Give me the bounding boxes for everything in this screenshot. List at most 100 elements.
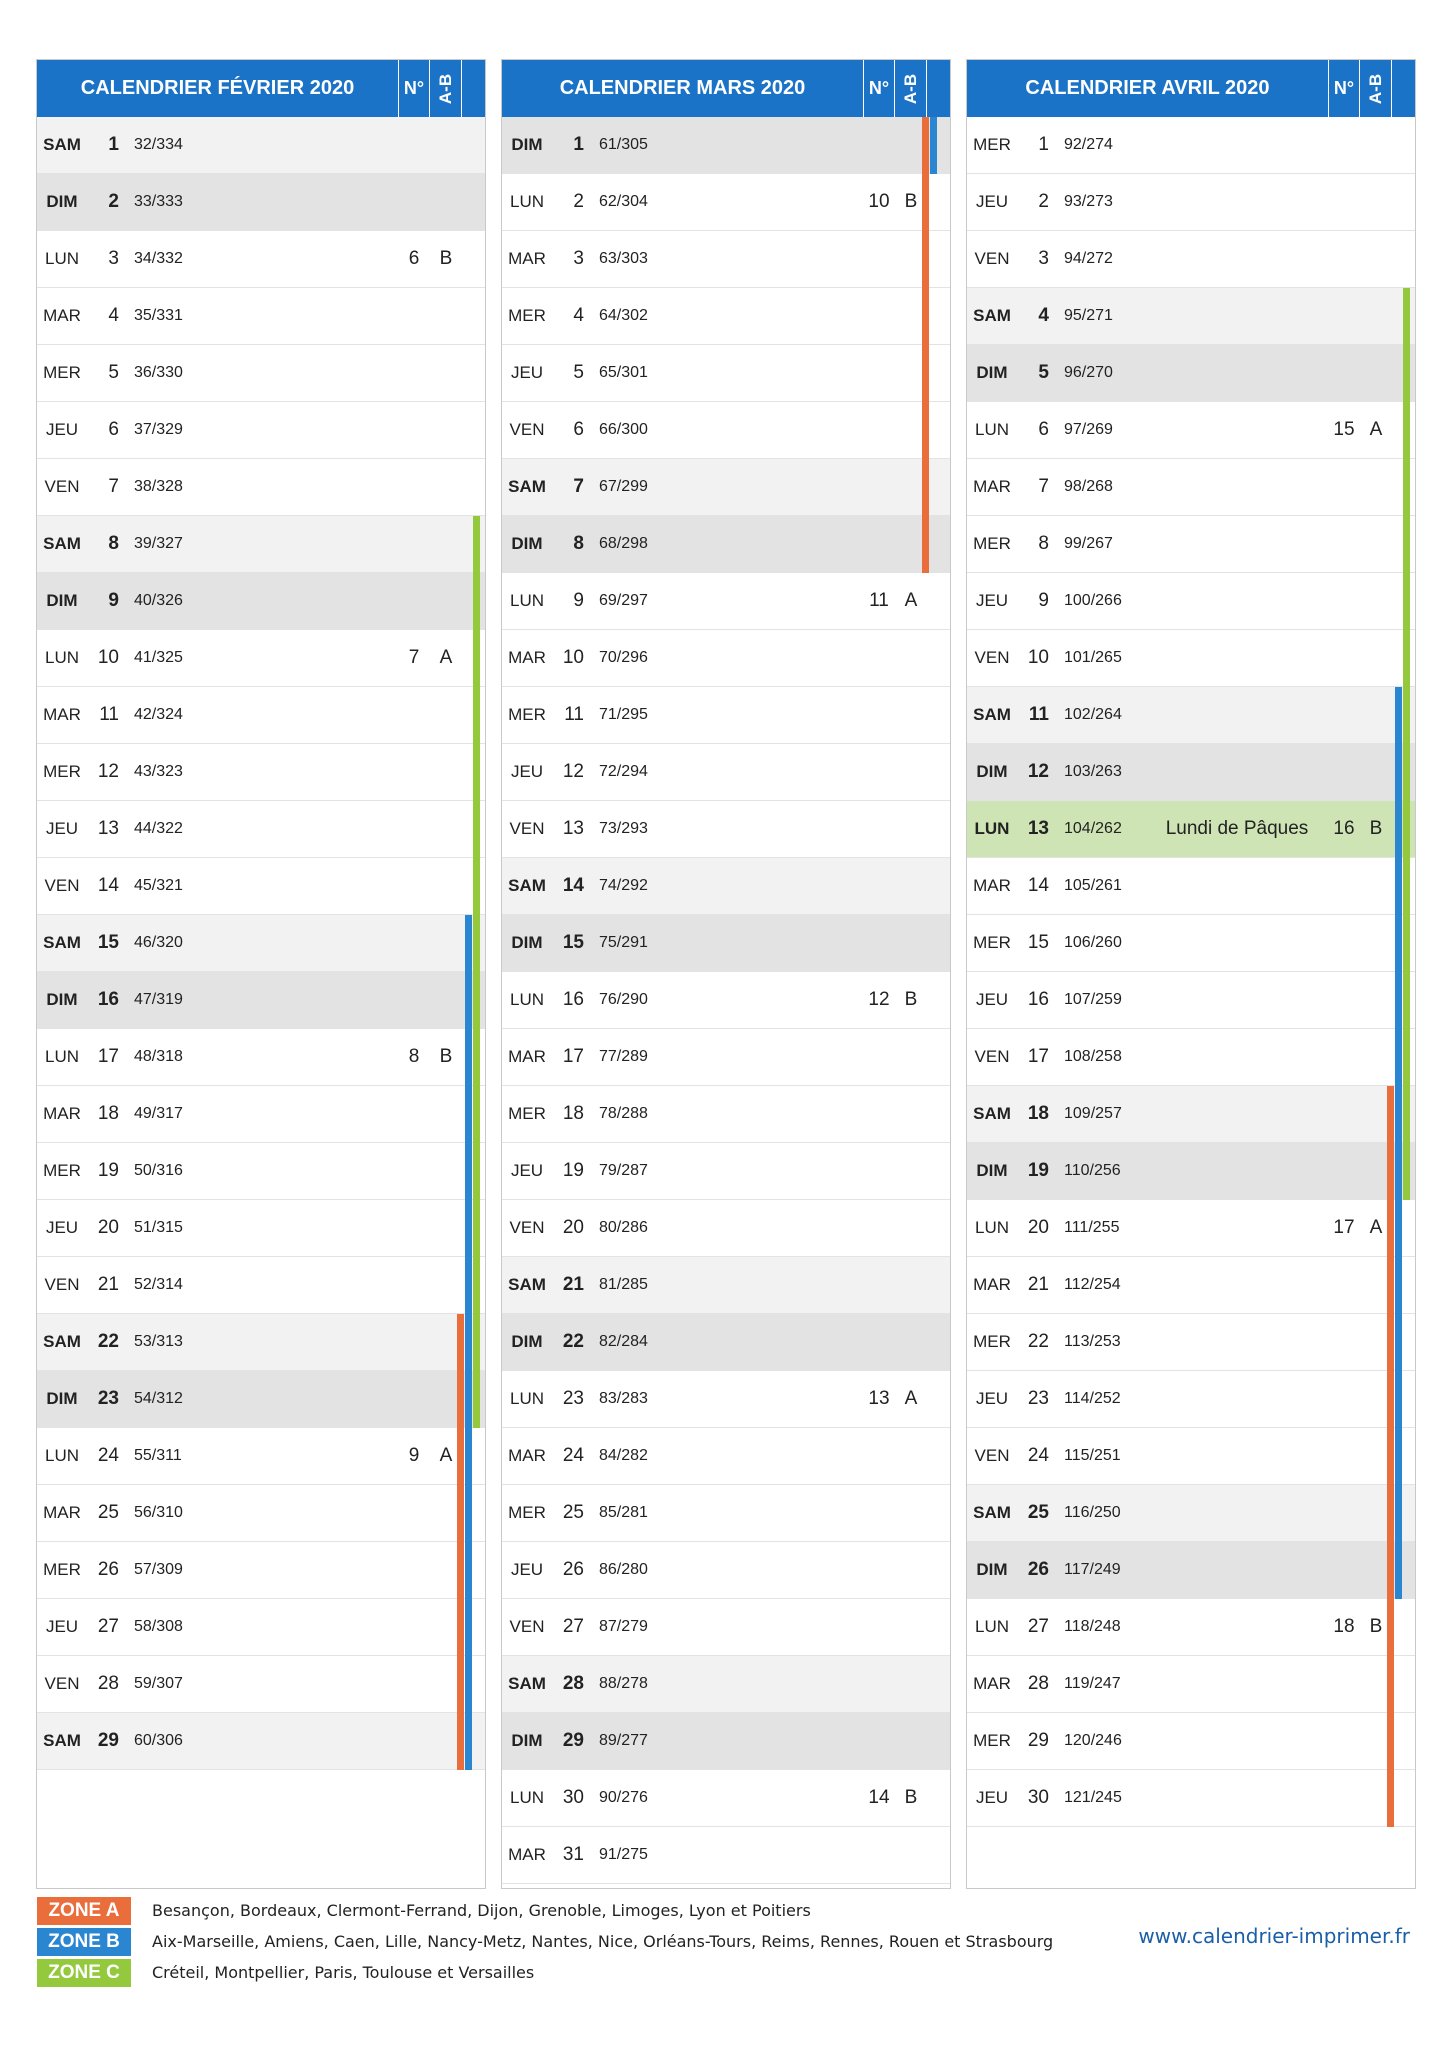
day-number: 21 xyxy=(1027,1274,1049,1295)
day-number: 28 xyxy=(1027,1673,1049,1694)
day-number: 15 xyxy=(97,932,119,953)
day-of-year: 64/302 xyxy=(599,307,648,324)
day-row: SAM 21 81/285 xyxy=(502,1257,950,1314)
month-header: CALENDRIER MARS 2020 N° A-B xyxy=(502,60,950,117)
day-of-year: 69/297 xyxy=(599,592,648,609)
day-row: DIM 26 117/249 xyxy=(967,1542,1415,1599)
zone-c-holiday-bar xyxy=(1403,858,1410,915)
zone-c-holiday-bar xyxy=(1403,1029,1410,1086)
day-of-year: 121/245 xyxy=(1064,1789,1122,1806)
zone-b-holiday-bar xyxy=(465,1029,472,1086)
day-row: LUN 30 90/276 14 B xyxy=(502,1770,950,1827)
day-of-year: 35/331 xyxy=(134,307,183,324)
day-number: 23 xyxy=(97,1388,119,1409)
day-of-year: 65/301 xyxy=(599,364,648,381)
day-row: MER 5 36/330 xyxy=(37,345,485,402)
week-ab: A xyxy=(904,590,918,611)
day-number: 5 xyxy=(1038,362,1049,383)
day-name: JEU xyxy=(975,1788,1009,1807)
day-name: JEU xyxy=(510,1560,544,1579)
day-row: MER 26 57/309 xyxy=(37,1542,485,1599)
day-name: VEN xyxy=(44,1275,80,1294)
day-name: MER xyxy=(508,1503,546,1522)
day-number: 16 xyxy=(1027,989,1049,1010)
day-number: 2 xyxy=(573,191,584,212)
day-of-year: 40/326 xyxy=(134,592,183,609)
day-row: DIM 22 82/284 xyxy=(502,1314,950,1371)
day-of-year: 81/285 xyxy=(599,1276,648,1293)
zone-c-holiday-bar xyxy=(473,1086,480,1143)
day-row: MER 22 113/253 xyxy=(967,1314,1415,1371)
day-row: LUN 24 55/311 9 A xyxy=(37,1428,485,1485)
day-number: 4 xyxy=(573,305,584,326)
day-name: MAR xyxy=(508,249,546,268)
zone-c-holiday-bar xyxy=(473,744,480,801)
day-number: 29 xyxy=(562,1730,584,1751)
zone-a-holiday-bar xyxy=(922,459,929,516)
day-row: MER 4 64/302 xyxy=(502,288,950,345)
day-name: JEU xyxy=(975,990,1009,1009)
day-row: MAR 31 91/275 xyxy=(502,1827,950,1884)
day-number: 10 xyxy=(1027,647,1049,668)
zone-b-holiday-bar xyxy=(465,1257,472,1314)
day-of-year: 67/299 xyxy=(599,478,648,495)
day-name: LUN xyxy=(974,1218,1009,1237)
day-name: MER xyxy=(973,135,1011,154)
week-number-header: N° xyxy=(398,60,430,117)
zone-legend-a: ZONE A Besançon, Bordeaux, Clermont-Ferr… xyxy=(37,1897,997,1925)
day-of-year: 56/310 xyxy=(134,1504,183,1521)
day-of-year: 92/274 xyxy=(1064,136,1113,153)
week-number: 11 xyxy=(869,590,889,611)
day-name: SAM xyxy=(43,1332,81,1351)
day-of-year: 54/312 xyxy=(134,1390,183,1407)
zone-a-holiday-bar xyxy=(1387,1713,1394,1770)
day-of-year: 78/288 xyxy=(599,1105,648,1122)
day-number: 9 xyxy=(1038,590,1049,611)
day-name: LUN xyxy=(509,1389,544,1408)
day-number: 27 xyxy=(1027,1616,1049,1637)
day-row: SAM 29 60/306 xyxy=(37,1713,485,1770)
day-row: MAR 28 119/247 xyxy=(967,1656,1415,1713)
website-link[interactable]: www.calendrier-imprimer.fr xyxy=(1130,1921,1410,1951)
day-name: VEN xyxy=(44,477,80,496)
day-row: MAR 24 84/282 xyxy=(502,1428,950,1485)
day-name: MER xyxy=(973,1731,1011,1750)
day-number: 14 xyxy=(562,875,584,896)
day-of-year: 101/265 xyxy=(1064,649,1122,666)
day-number: 1 xyxy=(108,134,119,155)
day-number: 30 xyxy=(1027,1787,1049,1808)
zone-c-holiday-bar xyxy=(1403,459,1410,516)
day-of-year: 100/266 xyxy=(1064,592,1122,609)
day-name: DIM xyxy=(511,933,543,952)
day-name: JEU xyxy=(510,1161,544,1180)
zone-c-holiday-bar xyxy=(473,801,480,858)
day-row: SAM 1 32/334 xyxy=(37,117,485,174)
day-of-year: 61/305 xyxy=(599,136,648,153)
zone-legend-c: ZONE C Créteil, Montpellier, Paris, Toul… xyxy=(37,1959,997,1987)
day-name: LUN xyxy=(509,990,544,1009)
day-row: JEU 26 86/280 xyxy=(502,1542,950,1599)
day-row: JEU 19 79/287 xyxy=(502,1143,950,1200)
zone-a-holiday-bar xyxy=(922,402,929,459)
day-of-year: 76/290 xyxy=(599,991,648,1008)
zone-c-holiday-bar xyxy=(1403,744,1410,801)
zone-a-holiday-bar xyxy=(922,174,929,231)
day-of-year: 87/279 xyxy=(599,1618,648,1635)
day-number: 7 xyxy=(1038,476,1049,497)
zone-a-holiday-bar xyxy=(1387,1770,1394,1827)
day-of-year: 37/329 xyxy=(134,421,183,438)
zone-a-holiday-bar xyxy=(457,1485,464,1542)
day-name: MAR xyxy=(43,306,81,325)
day-number: 16 xyxy=(562,989,584,1010)
day-row: SAM 15 46/320 xyxy=(37,915,485,972)
day-number: 26 xyxy=(97,1559,119,1580)
day-number: 6 xyxy=(573,419,584,440)
zone-a-holiday-bar xyxy=(457,1713,464,1770)
zone-a-holiday-bar xyxy=(922,516,929,573)
day-of-year: 63/303 xyxy=(599,250,648,267)
day-name: DIM xyxy=(976,363,1008,382)
day-rows: SAM 1 32/334 DIM 2 33/333 LUN 3 34/332 6 B MAR 4 35/3… xyxy=(37,117,485,1770)
day-row: MER 1 92/274 xyxy=(967,117,1415,174)
day-of-year: 113/253 xyxy=(1064,1333,1121,1350)
day-name: MAR xyxy=(43,1104,81,1123)
